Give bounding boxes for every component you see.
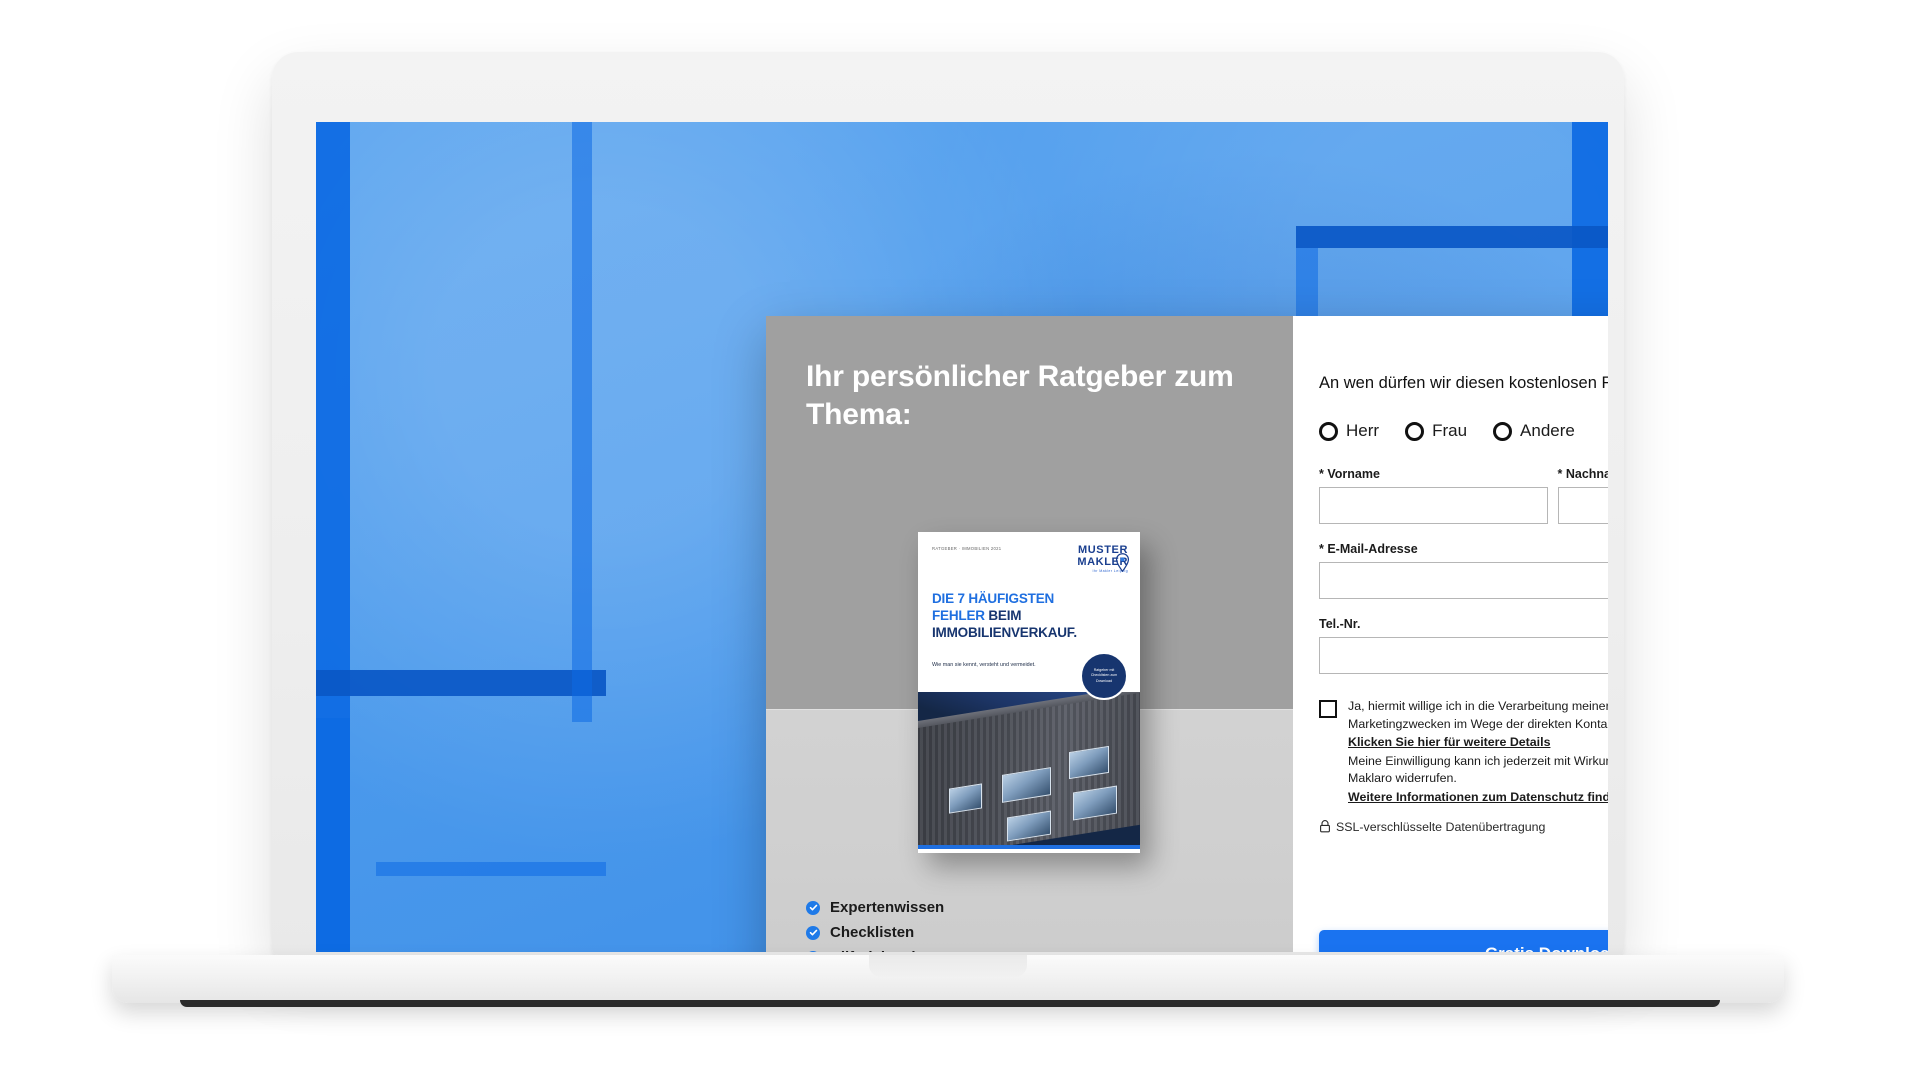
promo-panel: Ihr persönlicher Ratgeber zum Thema: RAT…: [766, 316, 1293, 952]
page-title: Ihr persönlicher Ratgeber zum Thema:: [806, 360, 1234, 431]
radio-frau[interactable]: [1405, 421, 1425, 441]
telefon-input[interactable]: [1319, 637, 1608, 674]
ebook-badge: Ratgeber mit Checklisten zum Download: [1080, 652, 1128, 700]
list-item-label: Checklisten: [830, 924, 915, 941]
consent-line1: Ja, hiermit willige ich in die Verarbeit…: [1348, 699, 1608, 713]
consent-block: Ja, hiermit willige ich in die Verarbeit…: [1319, 698, 1608, 808]
telefon-group: Tel.-Nr.: [1319, 617, 1608, 674]
ebook-headline-line2: FEHLER BEIM: [932, 607, 1128, 624]
ebook-photo: [918, 692, 1140, 849]
check-circle-icon: [806, 925, 820, 940]
list-item: Hilfreiche Tipps: [806, 949, 944, 952]
list-item-label: Hilfreiche Tipps: [830, 949, 942, 952]
ebook-bottom-bar: [918, 845, 1140, 849]
consent-checkbox[interactable]: [1319, 700, 1337, 718]
check-circle-icon: [806, 900, 820, 915]
laptop-base: [112, 955, 1784, 1003]
ebook-headline-line1: DIE 7 HÄUFIGSTEN: [932, 591, 1055, 606]
radio-frau-label: Frau: [1432, 421, 1468, 440]
map-road: [316, 670, 606, 696]
vorname-input[interactable]: [1319, 487, 1548, 524]
email-input[interactable]: [1319, 562, 1608, 599]
vorname-label: * Vorname: [1319, 467, 1380, 481]
ebook-cover-top: RATGEBER · IMMOBILIEN 2021 MUSTER MAKLER…: [918, 532, 1140, 668]
name-fields-row: * Vorname * Nachname: [1319, 467, 1608, 524]
ebook-cover: RATGEBER · IMMOBILIEN 2021 MUSTER MAKLER…: [918, 532, 1140, 853]
laptop-screen: Ihr persönlicher Ratgeber zum Thema: RAT…: [316, 122, 1608, 952]
list-item: Expertenwissen: [806, 899, 944, 916]
ssl-notice-label: SSL-verschlüsselte Datenübertragung: [1336, 819, 1546, 834]
ebook-headline-rest: BEIM: [984, 608, 1022, 623]
privacy-link[interactable]: Weitere Informationen zum Datenschutz fi…: [1348, 789, 1608, 807]
email-group: * E-Mail-Adresse: [1319, 542, 1608, 599]
benefits-checklist: Expertenwissen Checklisten Hilfreiche Ti…: [806, 899, 944, 952]
radio-herr[interactable]: [1319, 421, 1338, 441]
ebook-headline: DIE 7 HÄUFIGSTEN FEHLER BEIM IMMOBILIENV…: [932, 590, 1128, 641]
radio-herr-label: Herr: [1346, 421, 1380, 440]
location-pin-icon: [1115, 553, 1130, 572]
radio-andere-label: Andere: [1520, 421, 1575, 440]
telefon-label: Tel.-Nr.: [1319, 617, 1361, 631]
email-label: * E-Mail-Adresse: [1319, 542, 1418, 556]
ebook-subline: Wie man sie kennt, versteht und vermeide…: [932, 662, 1036, 668]
ebook-headline-line3: IMMOBILIENVERKAUF.: [932, 625, 1077, 640]
vorname-group: * Vorname: [1319, 467, 1548, 524]
ebook-kicker: RATGEBER · IMMOBILIEN 2021: [932, 546, 1002, 551]
laptop-base-shadow: [180, 1000, 1720, 1007]
submit-download-button[interactable]: Gratis Download: [1319, 930, 1608, 952]
lead-form-panel: An wen dürfen wir diesen kostenlosen Rat…: [1293, 316, 1608, 952]
consent-line4: Meine Einwilligung kann ich jederzeit mi…: [1348, 753, 1608, 768]
form-question: An wen dürfen wir diesen kostenlosen Rat…: [1319, 374, 1608, 392]
muster-makler-logo: MUSTER MAKLER Ihr Makler Leipzig: [1077, 545, 1130, 573]
lock-icon: [1320, 820, 1330, 833]
consent-details-link[interactable]: Klicken Sie hier für weitere Details: [1348, 734, 1608, 752]
nachname-input[interactable]: [1557, 487, 1608, 524]
nachname-label: * Nachname: [1557, 467, 1609, 481]
map-road: [572, 122, 592, 722]
map-road: [376, 862, 606, 876]
check-circle-icon: [806, 950, 820, 952]
lead-capture-modal: Ihr persönlicher Ratgeber zum Thema: RAT…: [766, 316, 1608, 952]
map-road: [316, 718, 350, 950]
salutation-radio-group: Herr Frau Andere: [1319, 421, 1608, 441]
building-window: [1068, 745, 1109, 779]
list-item: Checklisten: [806, 924, 944, 941]
radio-andere[interactable]: [1493, 421, 1513, 441]
consent-line2: Marketingzwecken im Wege der direkten Ko…: [1348, 716, 1608, 731]
nachname-group: * Nachname: [1557, 467, 1609, 524]
list-item-label: Expertenwissen: [830, 899, 945, 916]
ebook-headline-strong: FEHLER: [932, 608, 985, 623]
ssl-notice: SSL-verschlüsselte Datenübertragung: [1319, 820, 1608, 834]
consent-text: Ja, hiermit willige ich in die Verarbeit…: [1348, 698, 1608, 808]
screenshot-stage: Ihr persönlicher Ratgeber zum Thema: RAT…: [0, 0, 1920, 1080]
map-road: [1296, 226, 1608, 248]
